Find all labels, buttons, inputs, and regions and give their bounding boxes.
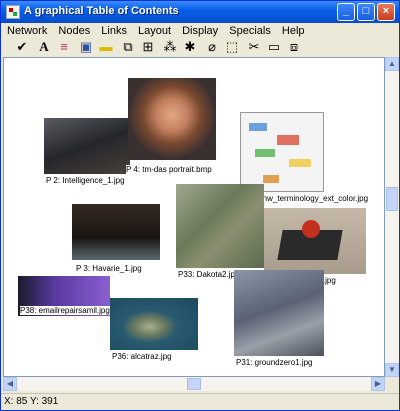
node-image xyxy=(176,184,264,268)
network-layout-icon[interactable]: ⧉ xyxy=(119,39,137,55)
title-bar[interactable]: A graphical Table of Contents _ □ × xyxy=(1,1,399,23)
scroll-up-icon[interactable]: ▲ xyxy=(385,57,399,71)
node-p2[interactable]: P 2: Intelligence_1.jpg xyxy=(44,118,130,185)
image-frame-icon[interactable]: ▣ xyxy=(77,39,95,55)
node-link-icon[interactable]: ⊞ xyxy=(139,39,157,55)
cursor-coordinates: X: 85 Y: 391 xyxy=(4,396,59,407)
node-p33[interactable]: P33: Dakota2.jpg xyxy=(176,184,264,279)
star-icon[interactable]: ✱ xyxy=(181,39,199,55)
node-image xyxy=(128,78,216,160)
color-bars-icon[interactable]: ≡ xyxy=(55,39,73,55)
node-label: P 3: Havarie_1.jpg xyxy=(76,264,142,273)
maximize-button[interactable]: □ xyxy=(357,3,375,21)
node-p38[interactable]: P38: emailrepairsamil.jpg xyxy=(18,276,110,316)
node-image xyxy=(234,270,324,356)
copy-icon[interactable]: ⧈ xyxy=(285,39,303,55)
network-canvas[interactable]: P 2: Intelligence_1.jpg P 4: tm-das port… xyxy=(3,57,385,377)
cut-icon[interactable]: ✂ xyxy=(245,39,263,55)
scroll-right-icon[interactable]: ▶ xyxy=(371,377,385,391)
card-icon[interactable]: ▭ xyxy=(265,39,283,55)
vertical-scroll-thumb[interactable] xyxy=(386,187,398,211)
vertical-scrollbar[interactable]: ▲ ▼ xyxy=(385,57,399,377)
node-label: P33: Dakota2.jpg xyxy=(178,270,240,279)
status-bar: X: 85 Y: 391 xyxy=(1,393,399,410)
font-icon[interactable]: A xyxy=(35,39,53,55)
yellow-box-icon[interactable]: ▬ xyxy=(97,39,115,55)
close-button[interactable]: × xyxy=(377,3,395,21)
node-p4[interactable]: P 4: tm-das portrait.bmp xyxy=(126,78,216,174)
node-label: P38: emailrepairsamil.jpg xyxy=(20,306,110,315)
node-image xyxy=(44,118,130,174)
node-image xyxy=(264,208,366,274)
scroll-left-icon[interactable]: ◀ xyxy=(3,377,17,391)
window-title: A graphical Table of Contents xyxy=(24,5,179,17)
node-label: P 4: tm-das portrait.bmp xyxy=(126,165,212,174)
cluster-icon[interactable]: ⁂ xyxy=(161,39,179,55)
node-image xyxy=(240,112,324,192)
node-label: P36: alcatraz.jpg xyxy=(112,352,172,361)
checkmark-icon[interactable]: ✔ xyxy=(13,39,31,55)
node-p35[interactable]: P35: nw_terminology_ext_color.jpg xyxy=(240,112,369,203)
minimize-button[interactable]: _ xyxy=(337,3,355,21)
node-label: P31: groundzero1.jpg xyxy=(236,358,313,367)
select-rect-icon[interactable]: ⬚ xyxy=(223,39,241,55)
node-label: P 2: Intelligence_1.jpg xyxy=(46,176,125,185)
app-icon xyxy=(6,5,20,19)
node-p-de[interactable]: de.jpg xyxy=(264,208,366,285)
eraser-icon[interactable]: ⌀ xyxy=(203,39,221,55)
scroll-down-icon[interactable]: ▼ xyxy=(385,363,399,377)
horizontal-scroll-thumb[interactable] xyxy=(187,378,201,390)
node-p36[interactable]: P36: alcatraz.jpg xyxy=(110,298,198,361)
node-image xyxy=(72,204,160,260)
node-p31[interactable]: P31: groundzero1.jpg xyxy=(234,270,324,367)
node-p3[interactable]: P 3: Havarie_1.jpg xyxy=(72,204,160,273)
horizontal-scrollbar[interactable]: ◀ ▶ xyxy=(3,377,385,391)
app-window: A graphical Table of Contents _ □ × Netw… xyxy=(0,0,400,411)
toolbar: ✔ A ≡ ▣ ▬ ⧉ ⊞ ⁂ ✱ ⌀ ⬚ ✂ ▭ ⧈ xyxy=(3,39,399,57)
node-image xyxy=(110,298,198,350)
